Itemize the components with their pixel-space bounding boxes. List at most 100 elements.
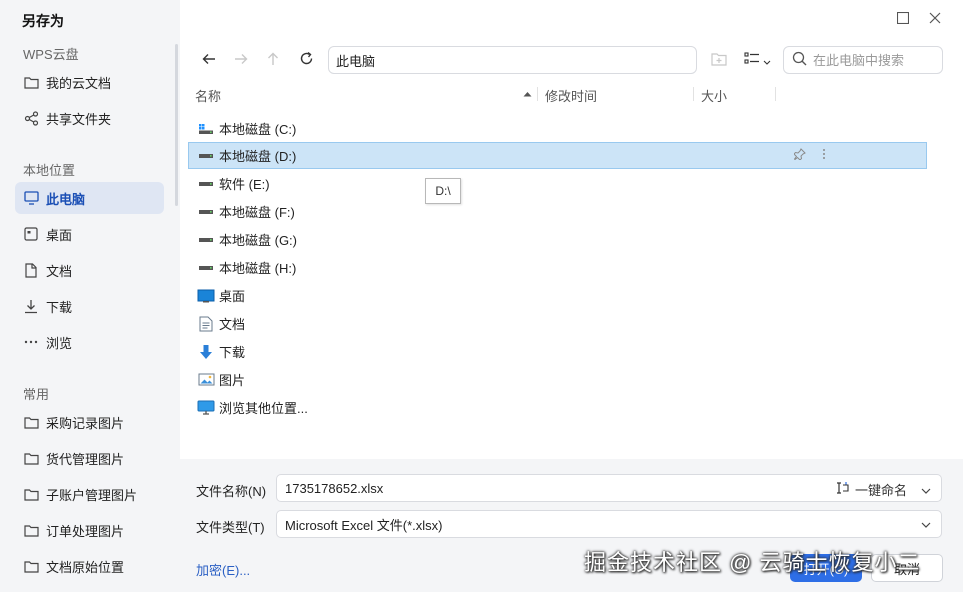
sidebar-scrollbar[interactable] bbox=[175, 44, 178, 206]
section-common: 常用 bbox=[23, 387, 50, 402]
sidebar-item-downloads[interactable]: 下载 bbox=[15, 290, 164, 322]
maximize-button[interactable] bbox=[893, 9, 913, 29]
list-item-label: 本地磁盘 (D:) bbox=[219, 149, 297, 164]
sidebar-item-label: 下载 bbox=[46, 299, 73, 315]
new-folder-icon bbox=[711, 52, 727, 69]
sidebar: 另存为 WPS云盘 我的云文档 共享文件夹 本地位置 此电脑 桌面 文档 下载 … bbox=[0, 0, 180, 592]
sidebar-item-label: 货代管理图片 bbox=[46, 451, 125, 467]
sidebar-item-shared-folder[interactable]: 共享文件夹 bbox=[15, 102, 164, 134]
column-header-modified[interactable]: 修改时间 bbox=[545, 86, 597, 105]
document-icon bbox=[23, 262, 39, 278]
watermark: 掘金技术社区 @ 云骑士恢复小二 bbox=[584, 550, 921, 575]
drive-icon bbox=[197, 204, 215, 220]
list-item-browse-other[interactable]: 浏览其他位置... bbox=[188, 394, 927, 421]
close-button[interactable] bbox=[925, 9, 945, 29]
one-click-rename[interactable]: 一键命名 bbox=[835, 480, 931, 499]
list-item-label: 下载 bbox=[219, 345, 246, 360]
list-item-drive-d[interactable]: 本地磁盘 (D:) bbox=[188, 142, 927, 169]
sidebar-item-subaccount-images[interactable]: 子账户管理图片 bbox=[15, 478, 164, 510]
sidebar-item-forwarder-images[interactable]: 货代管理图片 bbox=[15, 442, 164, 474]
filetype-label: 文件类型(T) bbox=[196, 520, 265, 535]
list-item-drive-g[interactable]: 本地磁盘 (G:) bbox=[188, 226, 927, 253]
sidebar-item-original-location[interactable]: 文档原始位置 bbox=[15, 550, 164, 582]
list-item-drive-f[interactable]: 本地磁盘 (F:) bbox=[188, 198, 927, 225]
list-item-desktop[interactable]: 桌面 bbox=[188, 282, 927, 309]
list-item-documents[interactable]: 文档 bbox=[188, 310, 927, 337]
list-item-drive-h[interactable]: 本地磁盘 (H:) bbox=[188, 254, 927, 281]
chevron-down-icon bbox=[763, 53, 771, 68]
list-item-label: 本地磁盘 (F:) bbox=[219, 205, 295, 220]
more-vertical-icon[interactable] bbox=[822, 148, 826, 163]
view-mode-button[interactable] bbox=[740, 48, 774, 72]
chevron-down-icon bbox=[921, 516, 931, 531]
search-input[interactable] bbox=[813, 52, 933, 68]
list-item-label: 本地磁盘 (G:) bbox=[219, 233, 297, 248]
list-item-label: 浏览其他位置... bbox=[219, 401, 308, 416]
search-icon bbox=[792, 51, 807, 69]
sidebar-item-browse[interactable]: 浏览 bbox=[15, 326, 164, 358]
folder-icon bbox=[23, 558, 39, 574]
download-arrow-icon bbox=[197, 344, 215, 360]
search-box[interactable] bbox=[783, 46, 943, 74]
row-actions bbox=[793, 148, 826, 163]
filetype-select[interactable]: Microsoft Excel 文件(*.xlsx) bbox=[276, 510, 942, 538]
more-icon bbox=[23, 334, 39, 350]
close-icon bbox=[929, 12, 941, 27]
folder-icon bbox=[23, 74, 39, 90]
section-local: 本地位置 bbox=[23, 163, 76, 178]
system-drive-icon bbox=[197, 121, 215, 137]
sidebar-item-label: 子账户管理图片 bbox=[46, 487, 138, 503]
filename-field[interactable]: 1735178652.xlsx 一键命名 bbox=[276, 474, 942, 502]
list-item-label: 软件 (E:) bbox=[219, 177, 270, 192]
folder-icon bbox=[23, 414, 39, 430]
sidebar-item-purchase-images[interactable]: 采购记录图片 bbox=[15, 406, 164, 438]
desktop-folder-icon bbox=[197, 288, 215, 304]
sidebar-item-label: 文档原始位置 bbox=[46, 559, 125, 575]
pictures-folder-icon bbox=[197, 372, 215, 388]
arrow-left-icon bbox=[202, 53, 216, 68]
sidebar-item-documents[interactable]: 文档 bbox=[15, 254, 164, 286]
column-divider[interactable] bbox=[537, 87, 538, 101]
sidebar-item-label: 采购记录图片 bbox=[46, 415, 125, 431]
back-button[interactable] bbox=[197, 48, 221, 72]
column-header-name[interactable]: 名称 bbox=[195, 86, 221, 105]
forward-button[interactable] bbox=[229, 48, 253, 72]
pin-icon[interactable] bbox=[793, 148, 806, 163]
sidebar-item-label: 订单处理图片 bbox=[46, 523, 125, 539]
drive-icon bbox=[197, 176, 215, 192]
up-button[interactable] bbox=[261, 48, 285, 72]
sidebar-item-desktop[interactable]: 桌面 bbox=[15, 218, 164, 250]
list-item-downloads[interactable]: 下载 bbox=[188, 338, 927, 365]
documents-folder-icon bbox=[197, 316, 215, 332]
sidebar-item-my-cloud-docs[interactable]: 我的云文档 bbox=[15, 66, 164, 98]
refresh-button[interactable] bbox=[294, 48, 318, 72]
sidebar-item-this-pc[interactable]: 此电脑 bbox=[15, 182, 164, 214]
sidebar-item-label: 共享文件夹 bbox=[46, 111, 112, 127]
address-bar[interactable]: 此电脑 bbox=[328, 46, 697, 74]
encrypt-link[interactable]: 加密(E)... bbox=[196, 560, 250, 579]
rename-label: 一键命名 bbox=[854, 483, 907, 498]
list-item-pictures[interactable]: 图片 bbox=[188, 366, 927, 393]
section-wps-cloud: WPS云盘 bbox=[23, 47, 79, 62]
drive-icon bbox=[197, 260, 215, 276]
column-header-size[interactable]: 大小 bbox=[701, 86, 727, 105]
list-item-label: 本地磁盘 (C:) bbox=[219, 122, 297, 137]
rename-icon bbox=[835, 481, 849, 498]
column-divider[interactable] bbox=[693, 87, 694, 101]
list-item-label: 文档 bbox=[219, 317, 246, 332]
column-divider[interactable] bbox=[775, 87, 776, 101]
folder-icon bbox=[23, 486, 39, 502]
chevron-down-icon bbox=[921, 482, 931, 497]
desktop-icon bbox=[23, 226, 39, 242]
path-tooltip: D:\ bbox=[425, 178, 461, 204]
sidebar-item-order-images[interactable]: 订单处理图片 bbox=[15, 514, 164, 546]
filename-value: 1735178652.xlsx bbox=[285, 480, 384, 496]
sidebar-item-label: 文档 bbox=[46, 263, 73, 279]
list-item-label: 图片 bbox=[219, 373, 246, 388]
refresh-icon bbox=[299, 51, 314, 69]
new-folder-button[interactable] bbox=[707, 48, 731, 72]
list-item-drive-c[interactable]: 本地磁盘 (C:) bbox=[188, 115, 927, 142]
list-item-drive-e[interactable]: 软件 (E:) bbox=[188, 170, 927, 197]
list-item-label: 桌面 bbox=[219, 289, 246, 304]
download-icon bbox=[23, 298, 39, 314]
